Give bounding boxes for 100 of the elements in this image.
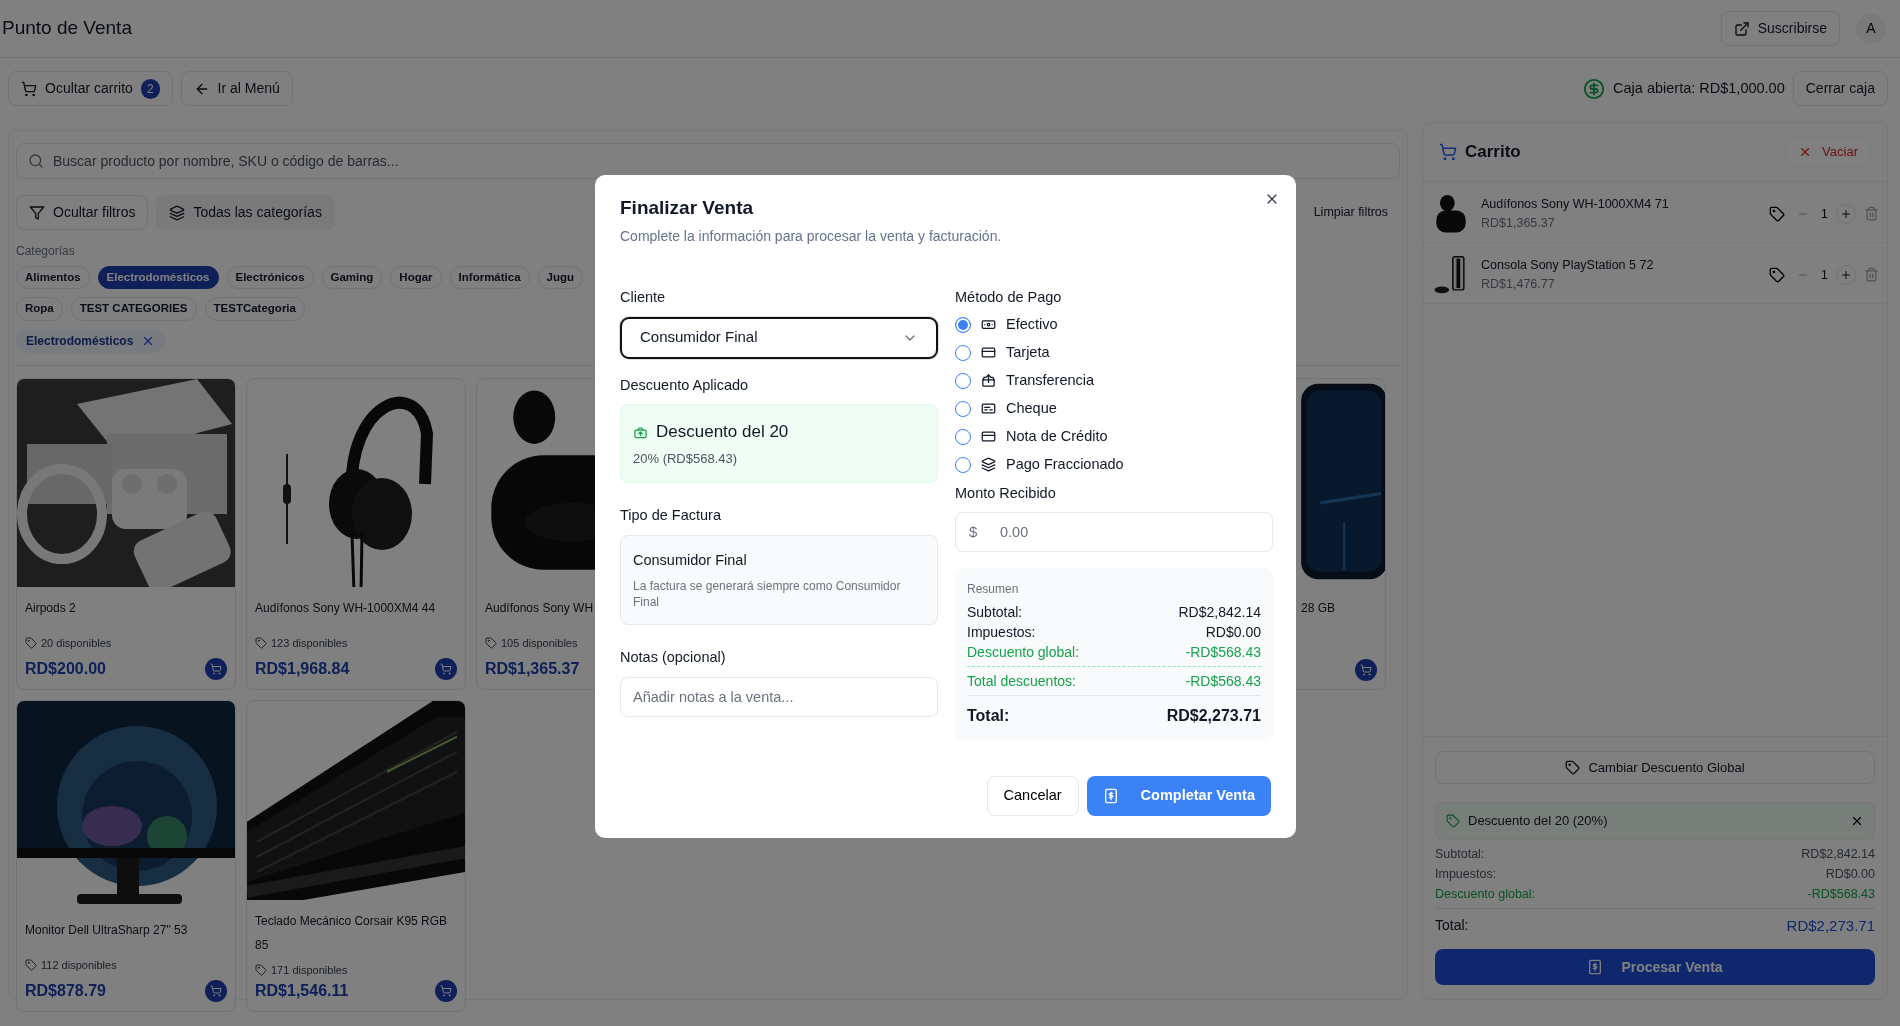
total-label: Total:: [1435, 915, 1469, 935]
product-name: Audífonos Sony WH-1000XM4 44: [255, 600, 436, 615]
summary-value: RD$2,273.71: [1166, 706, 1261, 727]
summary-label: Impuestos:: [967, 623, 1036, 643]
category-chip[interactable]: Hogar: [390, 266, 442, 290]
tag-icon: [255, 636, 267, 649]
item-name: Consola Sony PlayStation 5 72: [1481, 256, 1655, 274]
avatar[interactable]: A: [1856, 13, 1886, 44]
clear-cart-button[interactable]: Vaciar: [1785, 137, 1871, 167]
cash-status: Caja abierta: RD$1,000.00: [1613, 78, 1785, 98]
category-chip[interactable]: Gaming: [321, 266, 383, 290]
product-card[interactable]: Teclado Mecánico Corsair K95 RGB 85 171 disponibles RD$1,546.11: [246, 699, 466, 1012]
stock-count: 105 disponibles: [501, 635, 578, 651]
increase-button[interactable]: [1836, 264, 1856, 285]
tag-icon: [1768, 205, 1785, 222]
item-price: RD$1,365.37: [1481, 214, 1556, 232]
item-price: RD$1,476.77: [1481, 275, 1556, 293]
app-title: Punto de Venta: [2, 16, 132, 41]
search-icon: [28, 153, 44, 169]
search-field[interactable]: Buscar producto por nombre, SKU o código de barras...: [16, 143, 1400, 179]
dialog-title: Finalizar Venta: [620, 197, 755, 220]
product-price: RD$1,365.37: [485, 658, 580, 679]
hide-filters-button[interactable]: Ocultar filtros: [16, 195, 149, 230]
add-to-cart-button[interactable]: [1355, 658, 1377, 681]
item-discount-button[interactable]: [1768, 205, 1785, 222]
payment-method[interactable]: Tarjeta: [1006, 341, 1050, 364]
payment-method[interactable]: Nota de Crédito: [1006, 425, 1108, 448]
summary-value: RD$2,842.14: [1178, 603, 1261, 623]
product-price: RD$1,546.11: [255, 980, 349, 1001]
tag-icon: [25, 958, 37, 971]
item-discount-button[interactable]: [1768, 266, 1785, 283]
total-value: RD$2,273.71: [1786, 915, 1875, 936]
all-categories-button[interactable]: Todas las categorías: [156, 195, 335, 230]
remove-item-button[interactable]: [1864, 206, 1879, 221]
product-name: Monitor Dell UltraSharp 27" 53: [25, 922, 188, 937]
cart-title: Carrito: [1465, 141, 1521, 163]
category-chip[interactable]: Alimentos: [16, 266, 90, 290]
radio-button[interactable]: [955, 456, 971, 473]
increase-button[interactable]: [1836, 203, 1856, 224]
complete-sale-button[interactable]: Completar Venta: [1086, 776, 1271, 816]
product-card[interactable]: Airpods 2 20 disponibles RD$200.00: [16, 377, 236, 690]
summary-title: Resumen: [967, 581, 1020, 599]
product-card[interactable]: Audífonos Sony WH-1000XM4 44 123 disponibles RD$1,968.84: [246, 377, 466, 690]
change-discount-button[interactable]: Cambiar Descuento Global: [1435, 750, 1875, 784]
summary-label: Total descuentos:: [967, 672, 1076, 692]
payment-method[interactable]: Pago Fraccionado: [1006, 453, 1124, 476]
product-price: RD$1,968.84: [255, 658, 350, 679]
remove-item-button[interactable]: [1864, 267, 1879, 282]
item-quantity: 1: [1820, 204, 1828, 223]
product-price: RD$878.79: [25, 980, 106, 1001]
radio-button[interactable]: [955, 316, 971, 333]
close-cash-button[interactable]: Cerrar caja: [1792, 71, 1888, 106]
cheque-icon: [981, 401, 996, 417]
category-chip[interactable]: Electrónicos: [226, 266, 314, 290]
notes-field[interactable]: Añadir notas a la venta...: [620, 676, 938, 717]
radio-button[interactable]: [955, 344, 971, 361]
field-label: Método de Pago: [955, 287, 1063, 307]
external-link-icon: [1733, 20, 1750, 37]
add-to-cart-button[interactable]: [435, 657, 457, 680]
total-label: Impuestos:: [1435, 865, 1497, 883]
radio-button[interactable]: [955, 400, 971, 417]
item-quantity: 1: [1820, 265, 1828, 284]
total-label: Descuento global:: [1435, 885, 1536, 903]
subscribe-button[interactable]: Suscribirse: [1720, 11, 1840, 46]
product-card[interactable]: Monitor Dell UltraSharp 27" 53 112 disponibles RD$878.79: [16, 699, 236, 1012]
active-filter-chip[interactable]: Electrodomésticos: [16, 328, 166, 353]
total-value: -RD$568.43: [1807, 885, 1875, 903]
total-value: RD$2,842.14: [1801, 845, 1875, 863]
payment-method[interactable]: Transferencia: [1006, 369, 1095, 392]
category-chip[interactable]: Electrodomésticos: [97, 266, 219, 290]
category-chip[interactable]: Ropa: [16, 297, 63, 321]
stock-count: 171 disponibles: [271, 963, 348, 978]
add-to-cart-button[interactable]: [205, 979, 227, 1002]
product-name: Audífonos Sony WH: [485, 600, 594, 615]
cart-icon: [440, 984, 452, 997]
category-chip[interactable]: Informática: [449, 266, 530, 290]
layers-icon: [981, 457, 996, 473]
cancel-button[interactable]: Cancelar: [986, 776, 1079, 816]
add-to-cart-button[interactable]: [205, 657, 227, 680]
hide-cart-button[interactable]: Ocultar carrito 2: [8, 71, 173, 106]
discount-label: Descuento del 20 (20%): [1468, 812, 1609, 830]
client-select[interactable]: Consumidor Final: [620, 316, 938, 359]
radio-button[interactable]: [955, 372, 971, 389]
summary-value: -RD$568.43: [1185, 643, 1261, 663]
category-chip[interactable]: TESTCategoria: [204, 297, 305, 321]
category-chip[interactable]: TEST CATEGORIES: [70, 297, 197, 321]
cart-icon: [210, 984, 222, 997]
tag-icon: [485, 636, 497, 649]
cart-icon: [21, 80, 37, 97]
category-chip[interactable]: Jugu: [537, 266, 584, 290]
process-sale-button[interactable]: Procesar Venta: [1435, 949, 1875, 985]
select-value: Consumidor Final: [640, 327, 758, 348]
payment-method[interactable]: Efectivo: [1006, 313, 1058, 336]
radio-button[interactable]: [955, 428, 971, 445]
menu-button[interactable]: Ir al Menú: [180, 71, 293, 106]
add-to-cart-button[interactable]: [435, 979, 457, 1002]
summary-value: RD$0.00: [1205, 623, 1261, 643]
box-arrow-icon: [633, 424, 648, 440]
payment-method[interactable]: Cheque: [1006, 397, 1057, 420]
tag-icon: [25, 636, 37, 649]
